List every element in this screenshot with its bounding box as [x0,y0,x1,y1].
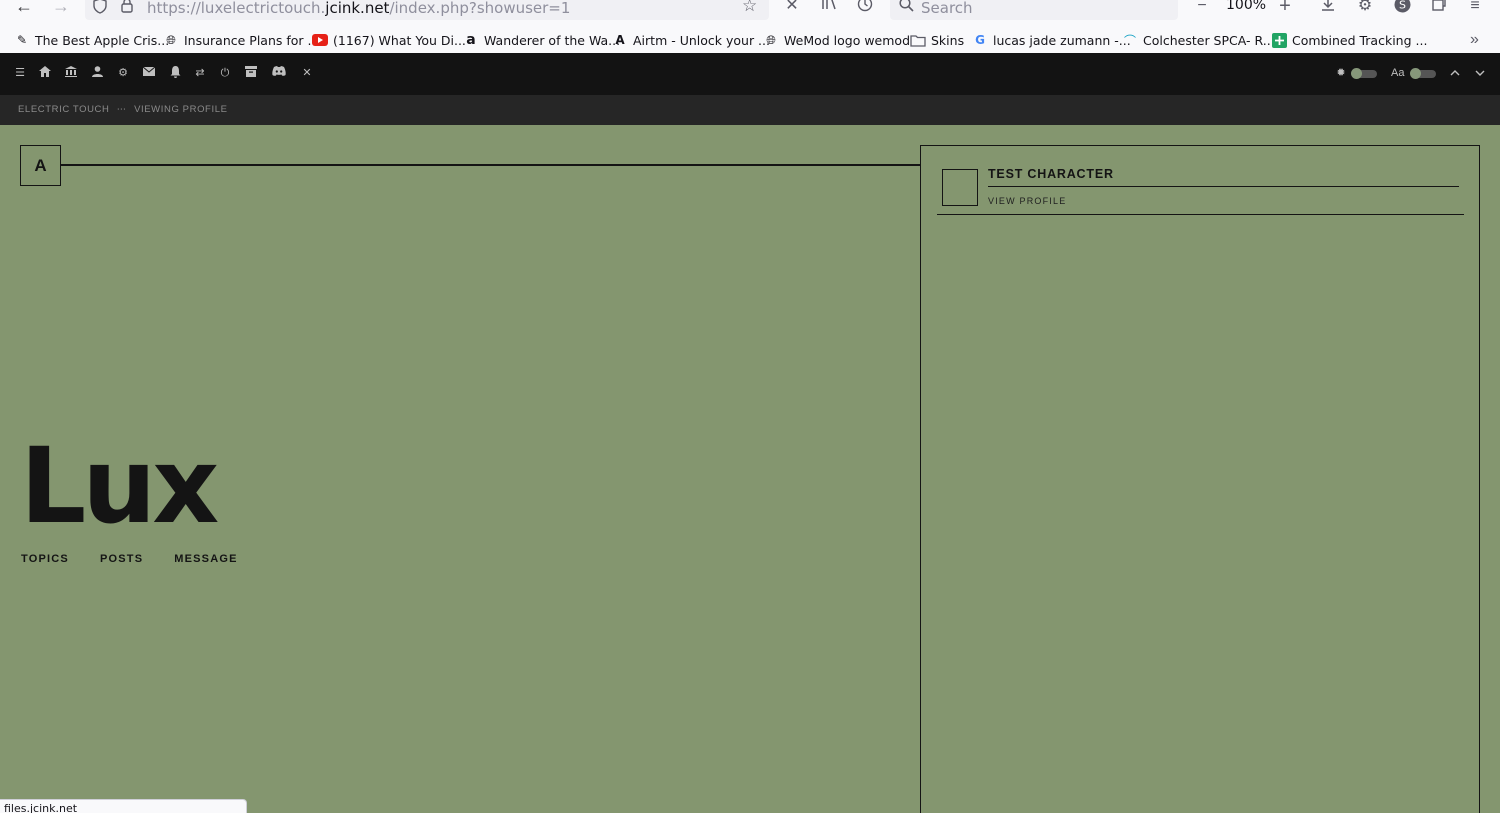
spca-icon: ⌒ [1123,33,1136,48]
character-thumbnail[interactable] [942,169,978,206]
bookmarks-bar: ✎ The Best Apple Cris... 🌐︎ Insurance Plan… [0,26,1500,53]
chevron-down-icon[interactable] [1473,66,1487,80]
globe-icon: 🌐︎ [166,32,176,47]
forum-toolbar: ☰ ⚙ ⇄ ⏻ ✕ ✹ Aa [0,53,1500,95]
bookmark-item[interactable]: ✎ The Best Apple Cris... [14,30,169,50]
archive-box-icon[interactable] [244,66,258,80]
font-size-label: Aa [1391,67,1405,79]
shield-icon[interactable] [93,0,107,17]
user-icon[interactable] [90,66,104,80]
back-arrow-icon[interactable]: ← [12,0,36,18]
characters-panel: TEST CHARACTER VIEW PROFILE [920,145,1480,813]
zoom-out-icon[interactable]: − [1190,0,1214,18]
message-link[interactable]: MESSAGE [174,553,237,565]
pen-icon: ✎ [16,33,28,47]
url-text[interactable]: https://luxelectrictouch.jcink.net/index… [147,0,570,17]
search-placeholder: Search [921,0,973,17]
view-profile-link[interactable]: VIEW PROFILE [988,196,1066,206]
globe-icon: 🌐︎ [766,32,776,47]
extensions-gear-icon[interactable]: ⚙ [1353,0,1377,18]
url-domain: jcink.net [325,0,390,17]
download-icon[interactable] [1316,0,1340,18]
bell-icon[interactable] [168,66,182,80]
character-name[interactable]: TEST CHARACTER [988,167,1114,181]
bookmark-item[interactable]: Combined Tracking ... [1271,30,1427,50]
folder-icon [910,32,926,48]
hamburger-menu-icon[interactable]: ≡ [1463,0,1487,18]
bookmark-label: Skins [931,32,965,48]
bookmark-label: The Best Apple Cris... [35,32,170,48]
bookmark-label: Wanderer of the Wa... [484,32,621,48]
bookmark-label: (1167) What You Di... [333,32,466,48]
account-avatar-icon[interactable]: S [1390,0,1414,18]
chevron-double-right-icon[interactable]: » [1470,31,1479,49]
zoom-level[interactable]: 100% [1226,0,1266,13]
airtm-icon: A [615,33,625,47]
library-icon[interactable] [64,66,78,80]
discord-icon[interactable] [272,66,286,80]
url-prefix: https://luxelectrictouch. [147,0,326,17]
amazon-icon: a [466,32,476,48]
extensions-puzzle-icon[interactable] [1427,0,1451,18]
divider [937,214,1464,215]
bookmark-label: lucas jade zumann -... [993,32,1131,48]
url-path: /index.php?showuser=1 [389,0,571,17]
profile-username: Lux [20,425,219,547]
bookmark-label: Colchester SPCA- R... [1143,32,1275,48]
forward-arrow-icon[interactable]: → [49,0,73,18]
browser-status-bar: files.jcink.net [0,799,247,813]
font-size-toggle[interactable] [1410,68,1436,79]
youtube-icon [312,32,328,48]
breadcrumb-site-link[interactable]: ELECTRIC TOUCH [18,104,109,115]
bookmark-star-icon[interactable]: ☆ [742,0,757,16]
search-icon [899,0,914,16]
bookmark-item[interactable]: A Airtm - Unlock your ... [612,30,770,50]
svg-text:S: S [1399,0,1406,12]
envelope-icon[interactable] [142,66,156,80]
breadcrumb: ELECTRIC TOUCH ⋯ VIEWING PROFILE [18,104,228,115]
switch-arrows-icon[interactable]: ⇄ [193,66,207,80]
sheets-icon [1271,32,1287,48]
google-icon: G [975,33,985,47]
avatar: A [20,145,61,186]
history-clock-icon[interactable] [853,0,877,18]
topics-link[interactable]: TOPICS [21,553,69,565]
profile-links: TOPICS POSTS MESSAGE [21,553,238,565]
menu-icon[interactable]: ☰ [13,66,27,80]
chevron-up-icon[interactable] [1448,66,1462,80]
breadcrumb-separator: ⋯ [116,104,127,115]
lock-icon[interactable] [121,0,133,16]
library-icon[interactable] [817,0,841,18]
avatar-letter: A [34,155,47,175]
breadcrumb-current: VIEWING PROFILE [134,104,228,115]
bookmark-item[interactable]: Glucas jade zumann -... [972,30,1131,50]
posts-link[interactable]: POSTS [100,553,143,565]
theme-toggle[interactable] [1351,68,1377,79]
sun-icon: ✹ [1336,67,1346,79]
bookmark-label: Combined Tracking ... [1292,32,1428,48]
bookmark-label: WeMod logo wemod [784,32,911,48]
gear-icon[interactable]: ⚙ [116,66,130,80]
browser-toolbar: ← → https://luxelectrictouch.jcink.net/i… [0,0,1500,22]
bookmark-item[interactable]: (1167) What You Di... [312,30,466,50]
breadcrumb-bar: ELECTRIC TOUCH ⋯ VIEWING PROFILE [0,95,1500,125]
divider [61,164,921,166]
search-box[interactable]: Search [890,0,1178,20]
address-bar[interactable]: https://luxelectrictouch.jcink.net/index… [85,0,769,20]
bookmark-item[interactable]: Skins [910,30,964,50]
power-icon[interactable]: ⏻ [218,66,232,80]
divider [988,186,1459,187]
bookmark-item[interactable]: 🌐︎ WeMod logo wemod [763,30,910,50]
bookmark-item[interactable]: ⌒ Colchester SPCA- R... [1122,30,1275,50]
bookmark-label: Airtm - Unlock your ... [633,32,770,48]
profile-main: A Lux TOPICS POSTS MESSAGE TEST CHARACTE… [0,125,1500,813]
close-icon[interactable]: ✕ [780,0,804,18]
bookmark-item[interactable]: 🌐︎ Insurance Plans for ... [163,30,319,50]
home-icon[interactable] [38,66,52,80]
bookmark-label: Insurance Plans for ... [184,32,320,48]
zoom-in-icon[interactable]: + [1273,0,1297,18]
tools-icon[interactable]: ✕ [300,66,314,80]
bookmark-item[interactable]: a Wanderer of the Wa... [463,30,620,50]
